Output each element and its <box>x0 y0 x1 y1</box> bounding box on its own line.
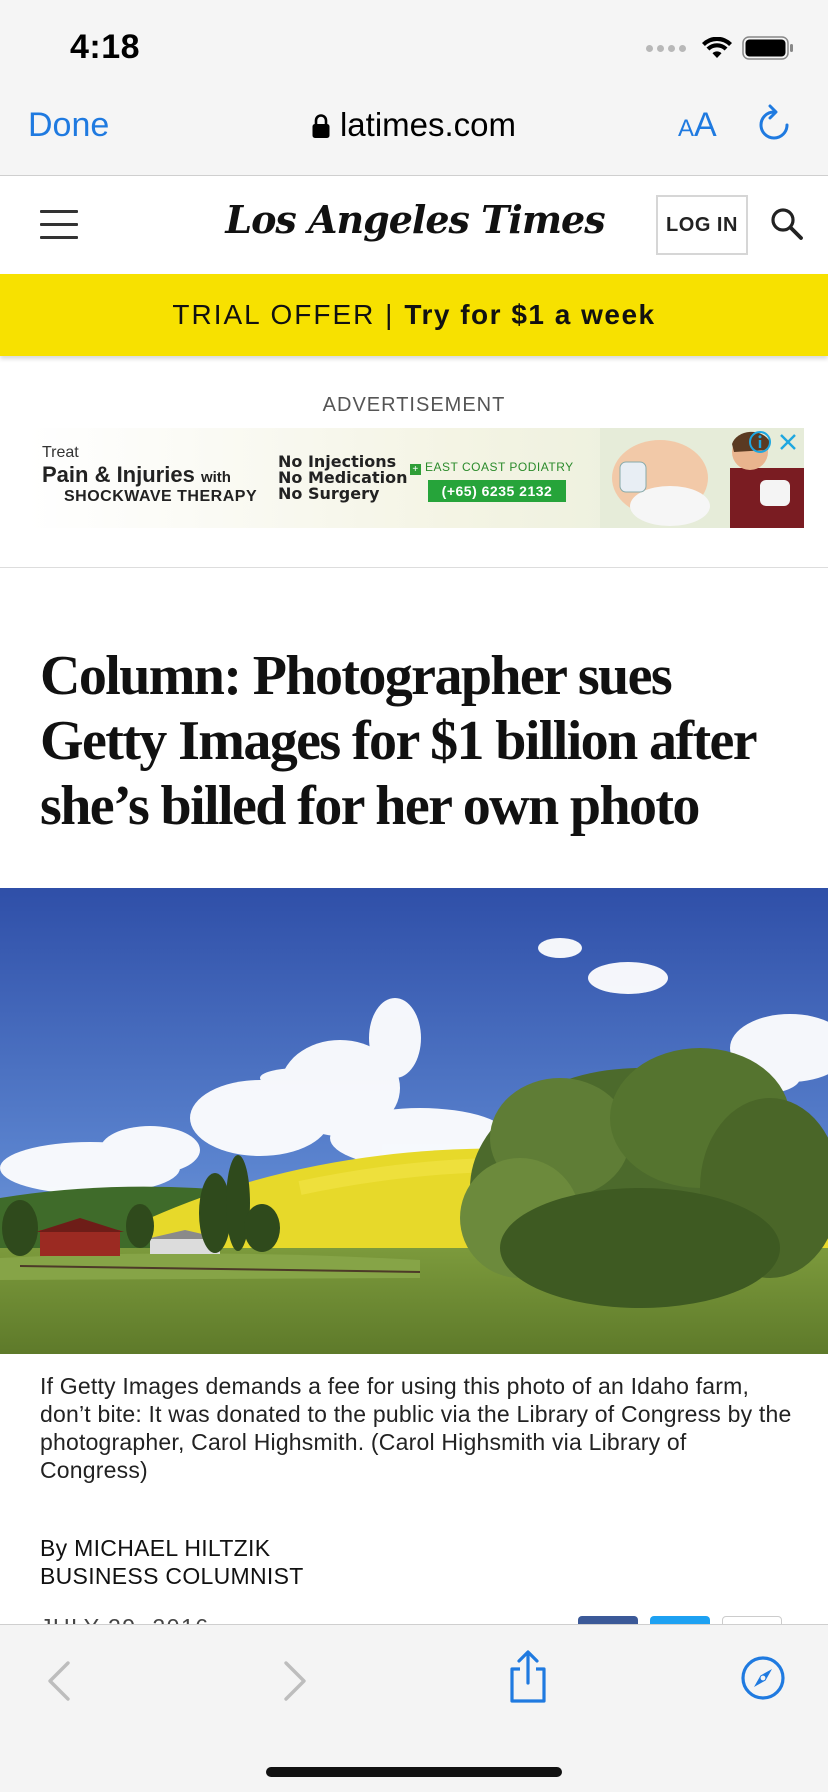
compass-icon[interactable] <box>740 1655 786 1701</box>
url-domain: latimes.com <box>339 106 517 143</box>
photo-caption: If Getty Images demands a fee for using … <box>40 1373 792 1483</box>
back-chevron-icon[interactable] <box>44 1659 76 1703</box>
byline-prefix: By <box>40 1535 68 1561</box>
text-size-button[interactable]: AA <box>678 106 717 145</box>
ad-clinic-name: + EAST COAST PODIATRY <box>410 460 574 475</box>
advertisement-banner[interactable]: Treat Pain & Injuries with SHOCKWAVE THE… <box>28 428 804 528</box>
cellular-signal-icon <box>646 44 686 52</box>
ad-phone-number: (+65) 6235 2132 <box>428 480 566 502</box>
browser-address-bar: Done latimes.com AA <box>0 92 828 176</box>
ad-headline: Pain & Injuries with <box>42 462 231 488</box>
ad-info-icon[interactable] <box>748 430 772 454</box>
status-icons <box>646 36 794 60</box>
advertisement-label: ADVERTISEMENT <box>322 394 506 416</box>
ad-treat-text: Treat <box>42 444 79 461</box>
ad-benefit-item: No Surgery <box>278 484 380 503</box>
article-headline: Column: Photographer sues Getty Images f… <box>40 645 757 837</box>
text-size-small-a: A <box>678 115 695 142</box>
article-byline: By MICHAEL HILTZIK BUSINESS COLUMNIST <box>40 1534 304 1590</box>
battery-icon <box>742 36 793 60</box>
status-time: 4:18 <box>70 28 141 66</box>
trial-offer-cta: Try for $1 a week <box>404 299 656 330</box>
reload-icon[interactable] <box>756 104 792 144</box>
ad-therapy-text: SHOCKWAVE THERAPY <box>64 488 258 505</box>
author-role: BUSINESS COLUMNIST <box>40 1563 304 1589</box>
status-bar: 4:18 <box>0 0 828 92</box>
section-divider <box>0 567 828 568</box>
ad-benefits-list: No Injections No Medication No Surgery <box>278 454 407 502</box>
ad-controls <box>748 430 800 454</box>
browser-toolbar <box>0 1624 828 1792</box>
ad-with-text: with <box>200 469 231 486</box>
author-link[interactable]: MICHAEL HILTZIK <box>74 1535 270 1561</box>
trial-offer-banner[interactable]: TRIAL OFFER | Try for $1 a week <box>0 274 828 356</box>
text-size-big-a: A <box>694 106 717 144</box>
masthead-logo[interactable]: Los Angeles Times <box>210 197 620 242</box>
login-button[interactable]: LOG IN <box>656 195 748 255</box>
byline-author-line: By MICHAEL HILTZIK <box>40 1534 304 1562</box>
hamburger-menu-icon[interactable] <box>40 210 78 240</box>
ad-close-icon[interactable] <box>776 430 800 454</box>
wifi-icon <box>702 37 732 58</box>
home-indicator[interactable] <box>266 1767 562 1777</box>
lock-icon <box>312 114 330 138</box>
search-icon[interactable] <box>770 207 804 241</box>
site-header: Los Angeles Times LOG IN <box>0 177 828 274</box>
ad-clinic-text: EAST COAST PODIATRY <box>425 460 574 474</box>
ad-pain-text: Pain & Injuries <box>42 462 195 487</box>
article-hero-photo[interactable] <box>0 888 828 1354</box>
trial-offer-lead: TRIAL OFFER | <box>172 299 395 330</box>
share-icon[interactable] <box>506 1649 550 1705</box>
ad-cross-icon: + <box>410 464 421 475</box>
forward-chevron-icon[interactable] <box>278 1659 310 1703</box>
